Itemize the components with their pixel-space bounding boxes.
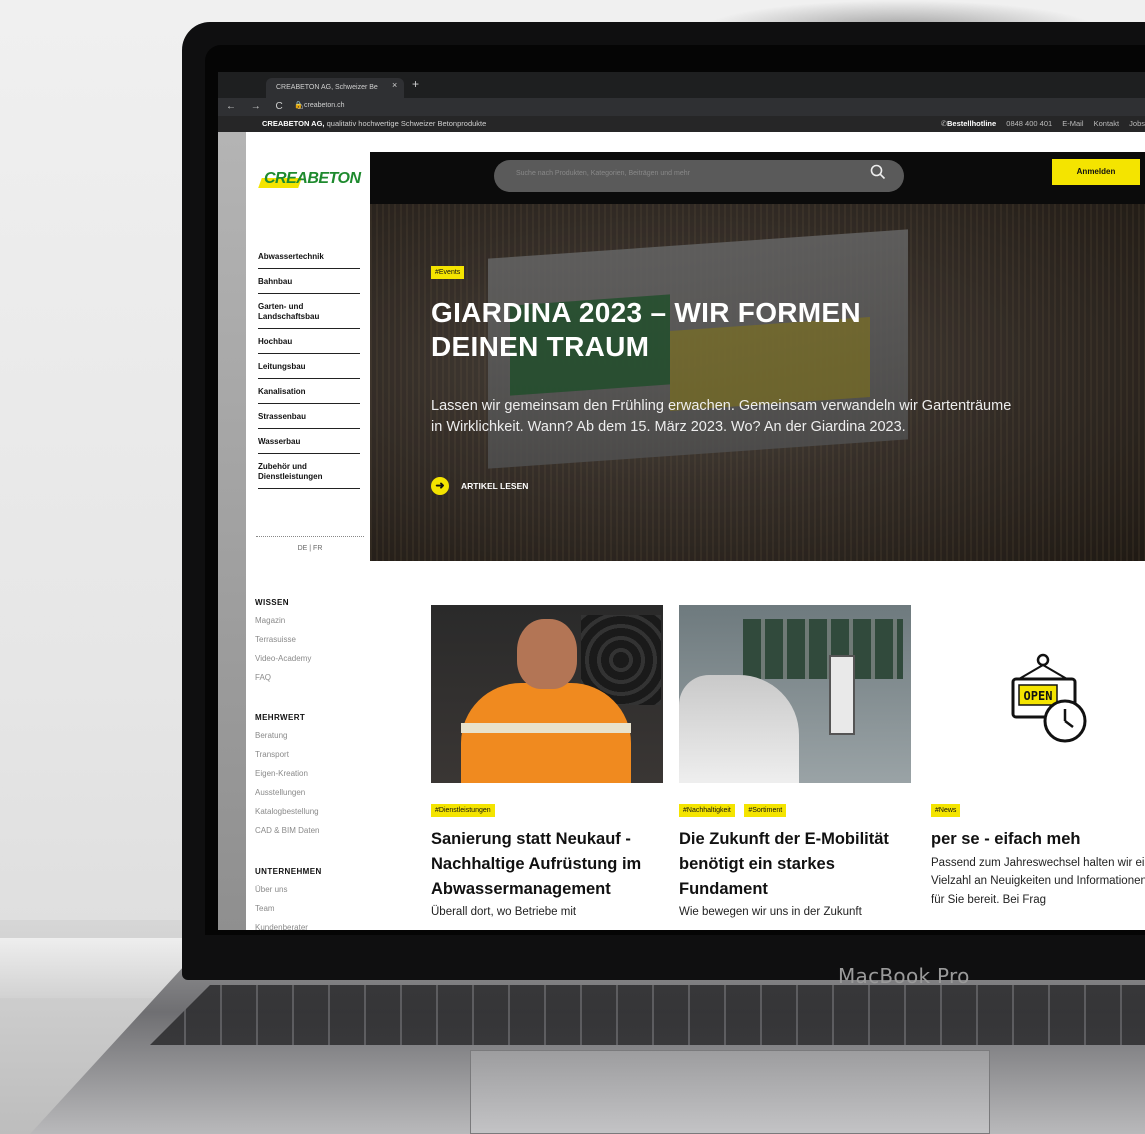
- side-link-terrasuisse[interactable]: Terrasuisse: [255, 630, 365, 649]
- sidebar-section-unternehmen: UNTERNEHMEN Über uns Team Kundenberater: [255, 867, 365, 930]
- search-input[interactable]: Suche nach Produkten, Kategorien, Beiträ…: [494, 160, 904, 192]
- nav-item-bahnbau[interactable]: Bahnbau: [258, 269, 360, 294]
- side-link-kundenberater[interactable]: Kundenberater: [255, 918, 365, 930]
- worker-head: [517, 619, 577, 689]
- hero-title: GIARDINA 2023 – WIR FORMEN DEINEN TRAUM: [431, 297, 861, 362]
- side-link-magazin[interactable]: Magazin: [255, 611, 365, 630]
- language-switcher[interactable]: DE | FR: [256, 536, 364, 552]
- article-card[interactable]: #Nachhaltigkeit #Sortiment Die Zukunft d…: [679, 605, 911, 922]
- hero-text: Lassen wir gemeinsam den Frühling erwach…: [431, 398, 1012, 436]
- side-link-ueber-uns[interactable]: Über uns: [255, 880, 365, 899]
- side-link-faq[interactable]: FAQ: [255, 668, 365, 687]
- nav-item-wasserbau[interactable]: Wasserbau: [258, 429, 360, 454]
- sidebar-section-mehrwert: MEHRWERT Beratung Transport Eigen-Kreati…: [255, 713, 365, 840]
- search-icon[interactable]: [870, 164, 886, 180]
- side-link-team[interactable]: Team: [255, 899, 365, 918]
- device-label: MacBook Pro: [838, 964, 970, 988]
- coaster: [0, 938, 190, 998]
- cta-label: ARTIKEL LESEN: [461, 481, 529, 491]
- car: [679, 675, 799, 783]
- nav-item-strassenbau[interactable]: Strassenbau: [258, 404, 360, 429]
- tab-title: CREABETON AG, Schweizer Be: [276, 84, 378, 91]
- article-image-ev-charging[interactable]: [679, 605, 911, 783]
- section-title: UNTERNEHMEN: [255, 867, 322, 876]
- ev-charger: [829, 655, 855, 735]
- nav-item-zubehoer[interactable]: Zubehör und Dienstleistungen: [258, 454, 360, 489]
- sidebar: CREABETON Abwassertechnik Bahnbau Garten…: [246, 132, 370, 930]
- section-title: MEHRWERT: [255, 713, 306, 722]
- site-header: Suche nach Produkten, Kategorien, Beiträ…: [370, 152, 1145, 204]
- svg-text:OPEN: OPEN: [1024, 689, 1053, 703]
- company-tagline: qualitativ hochwertige Schweizer Betonpr…: [326, 119, 487, 128]
- login-button[interactable]: Anmelden: [1052, 159, 1140, 185]
- concrete-strip: [218, 132, 246, 930]
- arrow-right-icon: ➜: [431, 477, 449, 495]
- nav-item-abwassertechnik[interactable]: Abwassertechnik: [258, 244, 360, 269]
- site-contact-links: ✆Bestellhotline 0848 400 401 E-Mail Kont…: [933, 119, 1145, 128]
- article-card[interactable]: #Dienstleistungen Sanierung statt Neukau…: [431, 605, 663, 922]
- side-link-katalogbestellung[interactable]: Katalogbestellung: [255, 802, 365, 821]
- article-image-open-sign[interactable]: OPEN: [931, 605, 1145, 783]
- article-grid: #Dienstleistungen Sanierung statt Neukau…: [370, 561, 1145, 930]
- hero-banner: #Events GIARDINA 2023 – WIR FORMEN DEINE…: [370, 204, 1145, 561]
- tag-sortiment[interactable]: #Sortiment: [744, 804, 787, 817]
- close-tab-icon[interactable]: ×: [392, 80, 397, 90]
- section-title: WISSEN: [255, 598, 289, 607]
- worker-jacket: [461, 683, 631, 783]
- category-nav: Abwassertechnik Bahnbau Garten- und Land…: [258, 244, 360, 489]
- tag-nachhaltigkeit[interactable]: #Nachhaltigkeit: [679, 804, 735, 817]
- card-text: Wie bewegen wir uns in der Zukunft: [679, 906, 862, 919]
- url-field[interactable]: creabeton.ch: [304, 102, 344, 109]
- card-title[interactable]: Die Zukunft der E-Mobilität benötigt ein…: [679, 827, 911, 901]
- side-link-video-academy[interactable]: Video-Academy: [255, 649, 365, 668]
- storefront-window: [743, 619, 903, 679]
- nav-item-leitungsbau[interactable]: Leitungsbau: [258, 354, 360, 379]
- card-title[interactable]: per se - eifach meh: [931, 827, 1145, 852]
- keyboard: [150, 985, 1145, 1045]
- article-image-worker[interactable]: [431, 605, 663, 783]
- hotline-number[interactable]: 0848 400 401: [1006, 119, 1052, 128]
- open-sign-icon: OPEN: [1011, 653, 1087, 743]
- nav-item-kanalisation[interactable]: Kanalisation: [258, 379, 360, 404]
- nav-item-hochbau[interactable]: Hochbau: [258, 329, 360, 354]
- tag-news[interactable]: #News: [931, 804, 961, 817]
- address-bar: ← → C ⌂ 🔒 creabeton.ch: [218, 98, 1145, 116]
- new-tab-icon[interactable]: +: [412, 77, 419, 91]
- hero-overlay: [370, 204, 1145, 561]
- side-link-cad-bim[interactable]: CAD & BIM Daten: [255, 821, 365, 840]
- company-name: CREABETON AG,: [262, 119, 325, 128]
- side-link-ausstellungen[interactable]: Ausstellungen: [255, 783, 365, 802]
- browser-window: CREABETON AG, Schweizer Be × + ← → C ⌂ 🔒…: [218, 72, 1145, 930]
- card-tags: #News: [931, 799, 1145, 817]
- link-email[interactable]: E-Mail: [1062, 119, 1083, 128]
- browser-tab[interactable]: CREABETON AG, Schweizer Be: [266, 78, 404, 98]
- side-link-beratung[interactable]: Beratung: [255, 726, 365, 745]
- hero-tag[interactable]: #Events: [431, 266, 465, 279]
- link-kontakt[interactable]: Kontakt: [1094, 119, 1119, 128]
- nav-item-garten[interactable]: Garten- und Landschaftsbau: [258, 294, 360, 329]
- link-jobs[interactable]: Jobs: [1129, 119, 1145, 128]
- site-top-bar: CREABETON AG, qualitativ hochwertige Sch…: [218, 116, 1145, 132]
- card-title[interactable]: Sanierung statt Neukauf - Nachhaltige Au…: [431, 827, 663, 901]
- card-text: Passend zum Jahreswechsel halten wir ein…: [931, 856, 1145, 906]
- side-link-eigen-kreation[interactable]: Eigen-Kreation: [255, 764, 365, 783]
- logo[interactable]: CREABETON: [264, 170, 361, 188]
- article-card[interactable]: OPEN #News per se - eifach meh Passend z…: [931, 605, 1145, 909]
- lock-icon: 🔒: [294, 102, 303, 109]
- card-tags: #Nachhaltigkeit #Sortiment: [679, 799, 911, 817]
- read-article-link[interactable]: ➜ ARTIKEL LESEN: [431, 477, 528, 495]
- tab-bar: CREABETON AG, Schweizer Be × +: [218, 72, 1145, 98]
- touchpad: [470, 1050, 990, 1134]
- side-link-transport[interactable]: Transport: [255, 745, 365, 764]
- card-text: Überall dort, wo Betriebe mit: [431, 906, 577, 919]
- reflective-stripe: [461, 723, 631, 733]
- card-tags: #Dienstleistungen: [431, 799, 663, 817]
- tag-dienstleistungen[interactable]: #Dienstleistungen: [431, 804, 495, 817]
- sidebar-section-wissen: WISSEN Magazin Terrasuisse Video-Academy…: [255, 598, 365, 687]
- site-tagline: CREABETON AG, qualitativ hochwertige Sch…: [262, 119, 486, 128]
- hotline-label: Bestellhotline: [947, 119, 997, 128]
